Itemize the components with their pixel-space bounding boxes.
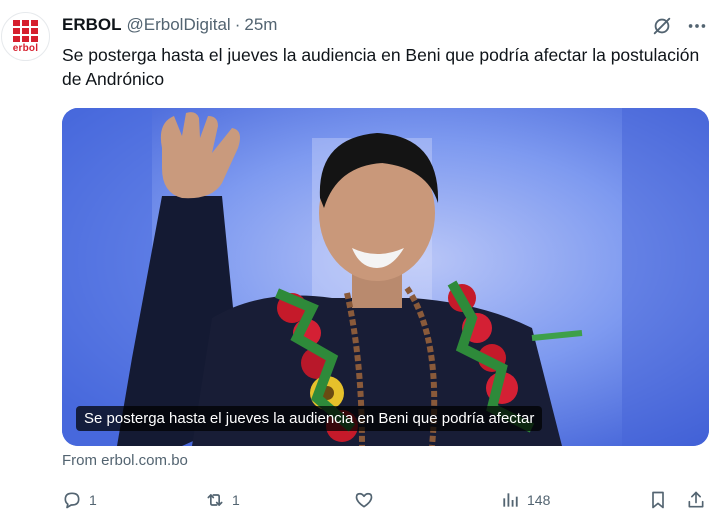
post-actions: 1 1 148 [62, 487, 712, 513]
more-icon[interactable] [686, 15, 708, 37]
author-handle[interactable]: @ErbolDigital [127, 15, 231, 35]
card-caption: Se posterga hasta el jueves la audiencia… [76, 406, 543, 431]
repost-button[interactable]: 1 [205, 487, 240, 513]
erbol-logo-icon [13, 19, 38, 42]
card-source[interactable]: From erbol.com.bo [62, 452, 188, 469]
post-text: Se posterga hasta el jueves la audiencia… [62, 45, 700, 89]
reply-button[interactable]: 1 [62, 487, 97, 513]
reply-icon [64, 492, 80, 509]
post-time[interactable]: 25m [244, 15, 277, 35]
repost-icon [207, 494, 223, 506]
share-button[interactable] [686, 487, 706, 513]
link-card[interactable]: Se posterga hasta el jueves la audiencia… [62, 108, 709, 446]
reply-count: 1 [89, 492, 97, 508]
author-avatar[interactable]: erbol [1, 12, 50, 61]
share-icon [688, 491, 704, 508]
grok-icon[interactable] [651, 15, 673, 37]
repost-count: 1 [232, 492, 240, 508]
views-count: 148 [527, 492, 551, 508]
bookmark-icon [652, 491, 664, 509]
views-icon [503, 493, 518, 507]
like-button[interactable] [354, 487, 381, 513]
post-header: ERBOL @ErbolDigital · 25m [62, 14, 277, 36]
avatar-logo-text: erbol [12, 42, 39, 54]
bookmark-button[interactable] [648, 487, 668, 513]
heart-icon [355, 492, 373, 508]
separator-dot: · [234, 15, 241, 34]
views-button[interactable]: 148 [500, 487, 550, 513]
card-image [62, 108, 709, 446]
author-name[interactable]: ERBOL [62, 15, 122, 35]
